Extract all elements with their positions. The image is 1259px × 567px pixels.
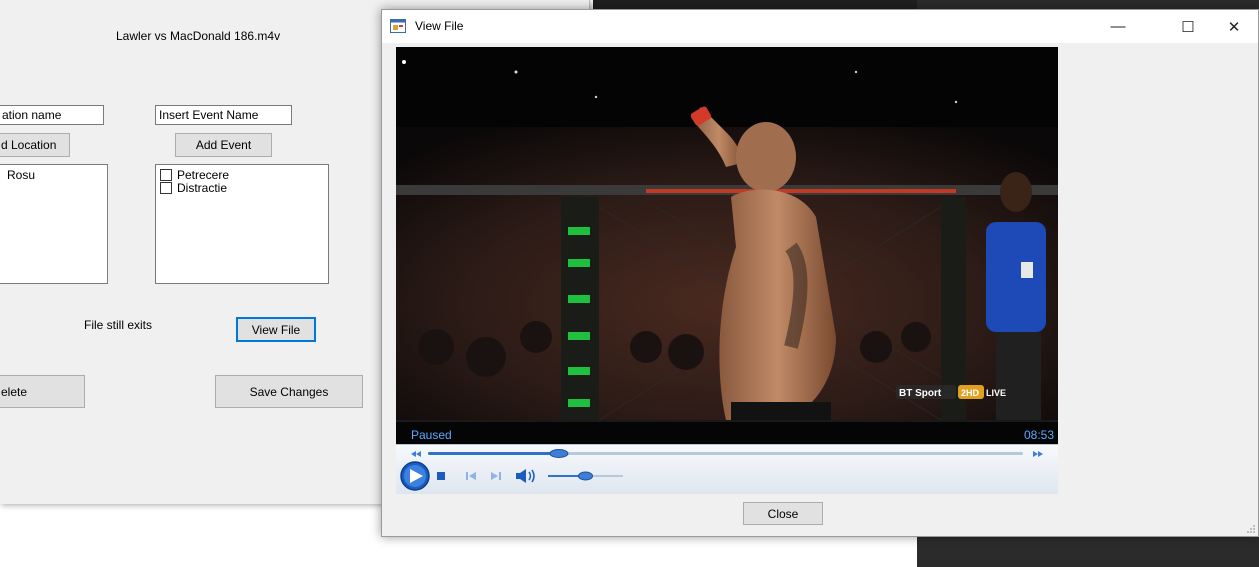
video-image: BT Sport 2HD LIVE — [396, 47, 1058, 420]
add-event-button[interactable]: Add Event — [175, 133, 272, 157]
event-label: Distractie — [177, 180, 228, 195]
view-file-button[interactable]: View File — [236, 317, 316, 342]
delete-button[interactable]: elete — [0, 375, 85, 408]
playback-status: Paused — [411, 428, 452, 442]
checkbox[interactable] — [160, 168, 172, 181]
file-status-label: File still exits — [84, 318, 153, 332]
stop-icon[interactable] — [437, 472, 445, 480]
event-label: Petrecere — [177, 167, 230, 182]
checkbox[interactable] — [160, 181, 172, 194]
event-item-petrecere[interactable]: Petrecere — [160, 167, 328, 182]
title-bar[interactable]: View File — ☐ ✕ — [382, 10, 1258, 43]
player-controls — [396, 444, 1058, 494]
location-item[interactable]: Rosu — [0, 165, 107, 182]
previous-icon[interactable] — [466, 472, 476, 480]
event-item-distractie[interactable]: Distractie — [160, 180, 328, 195]
volume-thumb[interactable] — [578, 471, 593, 481]
desktop: Lawler vs MacDonald 186.m4v ation name I… — [0, 0, 1259, 567]
fast-forward-icon[interactable] — [1033, 451, 1043, 457]
svg-text:LIVE: LIVE — [986, 388, 1006, 398]
location-name-input[interactable]: ation name — [0, 105, 104, 125]
seek-thumb[interactable] — [549, 449, 569, 458]
locations-listbox[interactable]: Rosu — [0, 164, 108, 284]
close-button[interactable]: Close — [743, 502, 823, 525]
file-title: Lawler vs MacDonald 186.m4v — [116, 29, 281, 43]
maximize-icon[interactable]: ☐ — [1165, 10, 1211, 43]
media-player[interactable]: BT Sport 2HD LIVE Paused 08:53 — [396, 47, 1058, 494]
next-icon[interactable] — [491, 472, 501, 480]
broadcaster-logo: BT Sport 2HD LIVE — [896, 385, 1006, 399]
minimize-icon[interactable]: — — [1095, 10, 1141, 43]
player-status-bar: Paused 08:53 — [396, 422, 1058, 444]
event-name-input[interactable]: Insert Event Name — [155, 105, 292, 125]
rewind-icon[interactable] — [411, 451, 421, 457]
svg-text:BT Sport: BT Sport — [899, 388, 942, 399]
save-changes-button[interactable]: Save Changes — [215, 375, 363, 408]
close-icon[interactable]: ✕ — [1211, 10, 1257, 43]
volume-icon[interactable] — [516, 469, 535, 483]
seek-bar-fill — [428, 452, 559, 455]
resize-grip-icon[interactable] — [1246, 524, 1256, 534]
svg-text:2HD: 2HD — [961, 388, 980, 398]
play-icon[interactable] — [400, 461, 430, 491]
events-checklist[interactable]: Petrecere Distractie — [155, 164, 329, 284]
playback-time: 08:53 — [1023, 428, 1054, 442]
add-location-button[interactable]: d Location — [0, 133, 70, 157]
app-icon — [390, 19, 406, 33]
window-title: View File — [415, 19, 464, 33]
view-file-window: View File — ☐ ✕ BT Sport 2HD LIVE Paused… — [381, 9, 1259, 537]
video-frame[interactable]: BT Sport 2HD LIVE — [396, 47, 1058, 420]
